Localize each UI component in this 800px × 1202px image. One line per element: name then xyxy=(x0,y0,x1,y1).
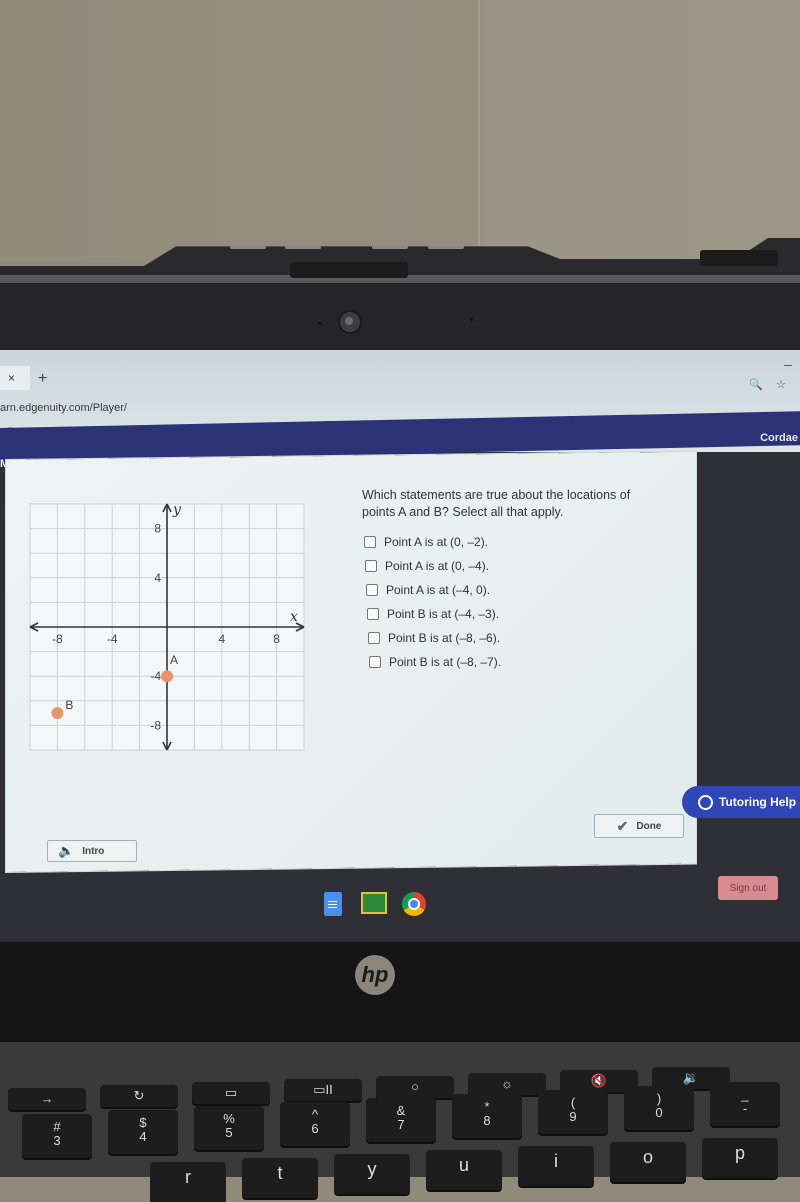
speaker-grill xyxy=(285,246,321,249)
checkbox[interactable] xyxy=(368,632,380,644)
checkbox[interactable] xyxy=(365,560,377,572)
number-key-3[interactable]: #3 xyxy=(22,1114,92,1158)
x-tick-label: 4 xyxy=(218,632,225,646)
answer-option[interactable]: Point B is at (–8, –7). xyxy=(369,650,501,674)
letter-key-u[interactable]: u xyxy=(426,1150,502,1190)
webcam-icon xyxy=(338,310,362,334)
function-key[interactable]: → xyxy=(8,1088,86,1110)
lid-hinge xyxy=(700,250,778,266)
number-key--[interactable]: _ - xyxy=(710,1082,780,1126)
function-key[interactable]: ↻ xyxy=(100,1085,178,1107)
minimize-button[interactable]: – xyxy=(784,356,792,372)
bottom-bezel xyxy=(0,942,800,1042)
y-tick-label: 8 xyxy=(154,522,161,536)
function-key[interactable]: ☼ xyxy=(468,1073,546,1095)
google-classroom-icon[interactable] xyxy=(361,892,387,914)
wall-background xyxy=(0,0,800,262)
y-tick-label: -4 xyxy=(150,669,161,683)
sensor-dot xyxy=(318,322,321,325)
number-key-4[interactable]: $4 xyxy=(108,1110,178,1154)
coordinate-graph: x y -8 -4 4 8 8 4 -4 -8 A B xyxy=(22,496,312,758)
speaker-icon: 🔈 xyxy=(58,843,75,858)
intro-label: Intro xyxy=(82,845,105,857)
point-label-b: B xyxy=(65,698,73,712)
checkbox[interactable] xyxy=(366,584,378,596)
number-key-8[interactable]: * 8 xyxy=(452,1094,522,1138)
wall-seam xyxy=(478,0,480,262)
point-b xyxy=(51,707,64,720)
letter-key-r[interactable]: r xyxy=(150,1162,226,1202)
answer-option[interactable]: Point A is at (0, –4). xyxy=(365,554,501,578)
answer-option[interactable]: Point A is at (0, –2). xyxy=(364,530,501,554)
y-tick-label: -8 xyxy=(150,718,161,732)
option-label: Point A is at (0, –4). xyxy=(385,559,490,573)
sign-out-button[interactable]: Sign out xyxy=(718,876,778,900)
letter-key-o[interactable]: o xyxy=(610,1142,686,1182)
hp-logo: hp xyxy=(355,955,395,995)
sensor-dot xyxy=(470,318,473,321)
x-tick-label: 8 xyxy=(273,632,280,646)
done-button[interactable]: ✔ Done xyxy=(594,814,684,838)
checkbox[interactable] xyxy=(369,656,381,668)
function-key[interactable]: ▭II xyxy=(284,1079,362,1101)
speaker-grill xyxy=(428,246,464,249)
checkbox[interactable] xyxy=(367,608,379,620)
question-prompt: Which statements are true about the loca… xyxy=(362,488,631,519)
y-tick-label: 4 xyxy=(154,571,161,585)
x-axis-label: x xyxy=(290,609,298,625)
tutoring-help-button[interactable]: Tutoring Help xyxy=(682,786,800,818)
number-key-5[interactable]: % 5 xyxy=(194,1106,264,1150)
graph-svg: x y -8 -4 4 8 8 4 -4 -8 A B xyxy=(29,502,305,751)
speaker-grill xyxy=(372,246,408,249)
option-label: Point A is at (0, –2). xyxy=(384,535,489,549)
checkbox[interactable] xyxy=(364,536,376,548)
point-label-a: A xyxy=(170,653,178,667)
keyboard-deck: → ↻ ▭ ▭II ○ ☼ 🔇 🔉 #3 $4% 5 ^ 6 & 7 * 8(9) 0 _ - r t y u i o p xyxy=(0,1042,800,1202)
number-key-6[interactable]: ^ 6 xyxy=(280,1102,350,1146)
speaker-grill xyxy=(230,246,266,249)
url-text[interactable]: arn.edgenuity.com/Player/ xyxy=(0,402,127,414)
y-axis-label: y xyxy=(172,502,182,518)
option-label: Point B is at (–8, –6). xyxy=(388,631,501,645)
x-tick-label: -8 xyxy=(52,632,63,646)
option-label: Point B is at (–8, –7). xyxy=(389,655,502,669)
answer-options: Point A is at (0, –2). Point A is at (0,… xyxy=(364,530,501,674)
letter-key-y[interactable]: y xyxy=(334,1154,410,1194)
number-key-7[interactable]: & 7 xyxy=(366,1098,436,1142)
function-key[interactable]: ○ xyxy=(376,1076,454,1098)
point-a xyxy=(161,670,173,683)
done-label: Done xyxy=(636,820,662,832)
user-name[interactable]: Cordae xyxy=(760,432,798,444)
laptop-screen: × + – arn.edgenuity.com/Player/ 🔍 ☆ t. R… xyxy=(0,350,800,942)
tab-close-icon[interactable]: × xyxy=(8,371,15,385)
answer-option[interactable]: Point B is at (–4, –3). xyxy=(367,602,501,626)
function-key[interactable]: ▭ xyxy=(192,1082,270,1104)
chrome-icon[interactable] xyxy=(402,892,426,916)
option-label: Point B is at (–4, –3). xyxy=(387,607,500,621)
option-label: Point A is at (–4, 0). xyxy=(386,583,491,597)
number-key-0[interactable]: ) 0 xyxy=(624,1086,694,1130)
checkmark-icon: ✔ xyxy=(616,817,629,834)
tutoring-label: Tutoring Help xyxy=(719,795,797,809)
top-bezel xyxy=(0,283,800,353)
lid-hinge xyxy=(290,262,408,278)
new-tab-button[interactable]: + xyxy=(38,370,47,388)
letter-key-t[interactable]: t xyxy=(242,1158,318,1198)
answer-option[interactable]: Point B is at (–8, –6). xyxy=(368,626,501,650)
letter-key-p[interactable]: p xyxy=(702,1138,778,1178)
google-docs-icon[interactable] xyxy=(324,892,342,916)
letter-key-i[interactable]: i xyxy=(518,1146,594,1186)
omnibox-actions: 🔍 ☆ xyxy=(739,378,786,391)
number-key-9[interactable]: (9 xyxy=(538,1090,608,1134)
answer-option[interactable]: Point A is at (–4, 0). xyxy=(366,578,501,602)
browser-tab[interactable]: × xyxy=(0,366,30,390)
zoom-icon[interactable]: 🔍 xyxy=(749,379,763,391)
x-tick-label: -4 xyxy=(107,632,118,646)
chat-bubble-icon xyxy=(698,794,713,810)
intro-button[interactable]: 🔈 Intro xyxy=(47,840,137,862)
bookmark-star-icon[interactable]: ☆ xyxy=(776,379,786,391)
